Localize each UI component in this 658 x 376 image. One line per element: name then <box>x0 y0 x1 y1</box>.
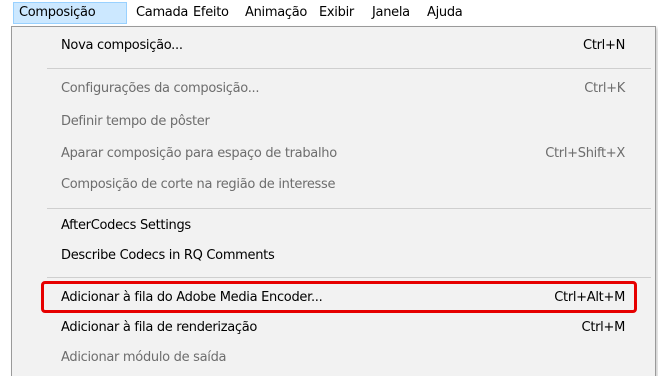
menu-item-shortcut: Ctrl+N <box>583 38 625 53</box>
menu-item-nova-composicao[interactable]: Nova composição... Ctrl+N <box>14 33 653 59</box>
after-effects-menu-screenshot: Composição Camada Efeito Animação Exibir… <box>0 0 658 376</box>
menu-item-aparar-composicao: Aparar composição para espaço de trabalh… <box>14 141 653 167</box>
menu-ajuda[interactable]: Ajuda <box>422 2 467 24</box>
menu-item-label: Configurações da composição... <box>61 81 260 96</box>
menu-bar: Composição Camada Efeito Animação Exibir… <box>0 0 658 24</box>
menu-item-label: AfterCodecs Settings <box>61 218 191 233</box>
menu-item-adicionar-fila-renderizacao[interactable]: Adicionar à fila de renderização Ctrl+M <box>14 315 653 341</box>
menu-item-shortcut: Ctrl+M <box>581 320 626 335</box>
menu-item-aftercodecs-settings[interactable]: AfterCodecs Settings <box>14 213 653 239</box>
menu-camada[interactable]: Camada <box>131 2 193 24</box>
menu-janela[interactable]: Janela <box>367 2 415 24</box>
menu-separator <box>47 68 651 69</box>
menu-item-adicionar-modulo-de-saida: Adicionar módulo de saída <box>14 345 653 371</box>
menu-item-label: Describe Codecs in RQ Comments <box>61 248 275 263</box>
menu-item-label: Adicionar módulo de saída <box>61 350 227 365</box>
menu-item-shortcut: Ctrl+Alt+M <box>554 290 625 305</box>
menu-exibir[interactable]: Exibir <box>314 2 359 24</box>
menu-item-label: Adicionar à fila de renderização <box>61 320 258 335</box>
menu-item-describe-codecs[interactable]: Describe Codecs in RQ Comments <box>14 243 653 269</box>
menu-item-label: Adicionar à fila do Adobe Media Encoder.… <box>61 290 323 305</box>
menu-composicao[interactable]: Composição <box>13 2 127 24</box>
composicao-dropdown-menu: Nova composição... Ctrl+N Configurações … <box>11 26 656 376</box>
menu-efeito[interactable]: Efeito <box>188 2 234 24</box>
menu-item-configuracoes-da-composicao: Configurações da composição... Ctrl+K <box>14 76 653 102</box>
menu-item-shortcut: Ctrl+Shift+X <box>545 146 625 161</box>
menu-item-composicao-de-corte: Composição de corte na região de interes… <box>14 172 653 198</box>
menu-item-shortcut: Ctrl+K <box>584 81 625 96</box>
menu-item-label: Definir tempo de pôster <box>61 114 210 129</box>
menu-item-label: Aparar composição para espaço de trabalh… <box>61 146 337 161</box>
menu-animacao[interactable]: Animação <box>240 2 312 24</box>
menu-separator <box>47 277 651 278</box>
menu-item-label: Composição de corte na região de interes… <box>61 177 336 192</box>
menu-item-definir-tempo-de-poster: Definir tempo de pôster <box>14 109 653 135</box>
menu-separator <box>47 208 651 209</box>
menu-item-label: Nova composição... <box>61 38 183 53</box>
menu-item-adicionar-fila-media-encoder[interactable]: Adicionar à fila do Adobe Media Encoder.… <box>14 285 653 311</box>
